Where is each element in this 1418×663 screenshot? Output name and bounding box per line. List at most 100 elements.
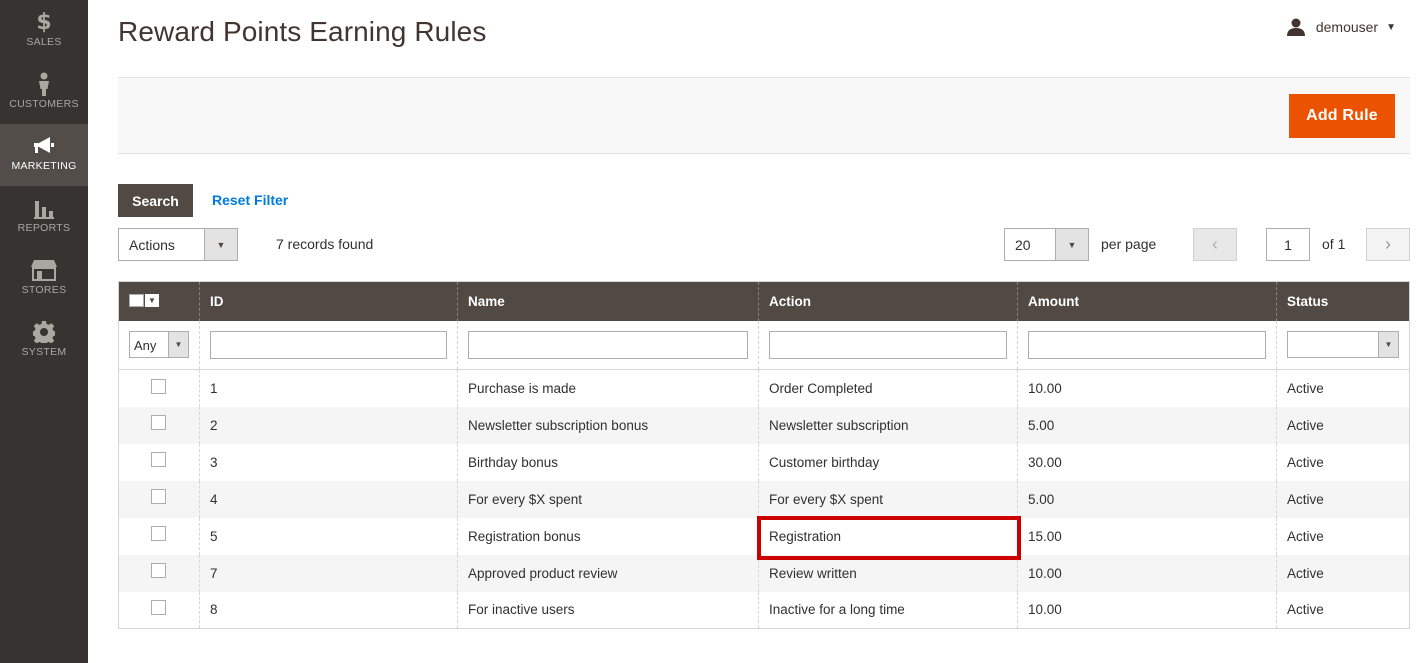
- row-checkbox[interactable]: [151, 563, 166, 579]
- user-menu[interactable]: demouser ▼: [1286, 18, 1396, 36]
- filter-status-select[interactable]: ▼: [1287, 331, 1399, 359]
- sidebar-item-label: SALES: [26, 36, 62, 48]
- gear-icon: [0, 319, 88, 345]
- grid-header-row: ▼ ID Name Action Amount Status: [118, 281, 1410, 321]
- table-row[interactable]: 5 Registration bonus Registration 15.00 Acti…: [118, 517, 1410, 555]
- row-checkbox[interactable]: [151, 600, 166, 616]
- cell-status: Active: [1276, 480, 1410, 518]
- column-header-name[interactable]: Name: [457, 281, 759, 321]
- cell-id: 8: [199, 591, 458, 629]
- cell-id: 4: [199, 480, 458, 518]
- per-page-label: per page: [1101, 236, 1157, 252]
- cell-status: Active: [1276, 591, 1410, 629]
- sidebar-item-customers[interactable]: CUSTOMERS: [0, 62, 88, 124]
- cell-status: Active: [1276, 406, 1410, 444]
- bar-chart-icon: [0, 195, 88, 221]
- cell-name: Newsletter subscription bonus: [457, 406, 759, 444]
- cell-id: 7: [199, 554, 458, 592]
- cell-status: Active: [1276, 443, 1410, 481]
- table-row[interactable]: 7 Approved product review Review written 10…: [118, 554, 1410, 592]
- mass-filter-select[interactable]: Any ▼: [129, 331, 189, 359]
- store-icon: [0, 257, 88, 283]
- cell-action: For every $X spent: [758, 480, 1018, 518]
- sidebar-item-label: STORES: [21, 284, 67, 296]
- cell-amount: 30.00: [1017, 443, 1277, 481]
- sidebar-item-sales[interactable]: $ SALES: [0, 0, 88, 62]
- per-page-select[interactable]: 20 ▼: [1004, 228, 1089, 261]
- cell-amount: 10.00: [1017, 591, 1277, 629]
- sidebar-item-label: REPORTS: [17, 222, 71, 234]
- sidebar-item-label: MARKETING: [11, 160, 77, 172]
- filter-name-input[interactable]: [468, 330, 748, 359]
- admin-sidebar: $ SALES CUSTOMERS MARKETING REPORTS STOR…: [0, 0, 88, 663]
- page-number-input[interactable]: [1266, 228, 1310, 261]
- cell-name: For inactive users: [457, 591, 759, 629]
- cell-action: Review written: [758, 554, 1018, 592]
- cell-name: Approved product review: [457, 554, 759, 592]
- chevron-right-icon: ›: [1385, 234, 1391, 254]
- cell-action: Registration: [758, 517, 1018, 555]
- user-icon: [1286, 18, 1305, 36]
- mass-actions-value: Actions: [129, 237, 175, 253]
- chevron-down-icon: ▼: [204, 229, 237, 260]
- page-actions-bar: Add Rule: [118, 77, 1410, 154]
- cell-id: 2: [199, 406, 458, 444]
- row-checkbox[interactable]: [151, 489, 166, 505]
- table-row[interactable]: 8 For inactive users Inactive for a long t…: [118, 591, 1410, 629]
- table-row[interactable]: 2 Newsletter subscription bonus Newsletter…: [118, 406, 1410, 444]
- filter-amount-input[interactable]: [1028, 330, 1266, 359]
- mass-select-checkbox[interactable]: ▼: [129, 293, 159, 308]
- column-header-amount[interactable]: Amount: [1017, 281, 1277, 321]
- column-header-id[interactable]: ID: [199, 281, 458, 321]
- page-total: of 1: [1322, 236, 1346, 252]
- cell-status: Active: [1276, 369, 1410, 407]
- mass-select-header[interactable]: ▼: [118, 281, 200, 321]
- mass-actions-select[interactable]: Actions ▼: [118, 228, 238, 261]
- cell-id: 3: [199, 443, 458, 481]
- caret-down-icon: ▼: [1386, 21, 1396, 33]
- reset-filter-link[interactable]: Reset Filter: [212, 192, 288, 208]
- table-row[interactable]: 4 For every $X spent For every $X spent 5.0…: [118, 480, 1410, 518]
- megaphone-icon: [0, 133, 88, 159]
- per-page-value: 20: [1015, 237, 1031, 253]
- column-header-action[interactable]: Action: [758, 281, 1018, 321]
- table-row[interactable]: 3 Birthday bonus Customer birthday 30.00 Act…: [118, 443, 1410, 481]
- records-count: 7 records found: [276, 236, 374, 252]
- cell-status: Active: [1276, 517, 1410, 555]
- search-button[interactable]: Search: [118, 184, 193, 217]
- cell-action: Newsletter subscription: [758, 406, 1018, 444]
- sidebar-item-stores[interactable]: STORES: [0, 248, 88, 310]
- chevron-down-icon: ▼: [168, 332, 188, 358]
- row-checkbox[interactable]: [151, 415, 166, 431]
- cell-action: Inactive for a long time: [758, 591, 1018, 629]
- cell-name: Birthday bonus: [457, 443, 759, 481]
- filter-id-input[interactable]: [210, 330, 447, 359]
- chevron-down-icon: ▼: [1378, 332, 1398, 358]
- cell-id: 5: [199, 517, 458, 555]
- add-rule-button[interactable]: Add Rule: [1289, 94, 1395, 138]
- next-page-button[interactable]: ›: [1366, 228, 1410, 261]
- sidebar-item-reports[interactable]: REPORTS: [0, 186, 88, 248]
- chevron-down-icon: ▼: [145, 293, 159, 307]
- sidebar-item-system[interactable]: SYSTEM: [0, 310, 88, 372]
- cell-name: For every $X spent: [457, 480, 759, 518]
- row-checkbox[interactable]: [151, 452, 166, 468]
- row-checkbox[interactable]: [151, 378, 166, 394]
- cell-name: Purchase is made: [457, 369, 759, 407]
- cell-status: Active: [1276, 554, 1410, 592]
- filter-action-input[interactable]: [769, 330, 1007, 359]
- dollar-icon: $: [36, 9, 52, 35]
- row-checkbox[interactable]: [151, 526, 166, 542]
- column-header-status[interactable]: Status: [1276, 281, 1410, 321]
- cell-action: Order Completed: [758, 369, 1018, 407]
- cell-amount: 10.00: [1017, 369, 1277, 407]
- filter-row: Any ▼ ▼: [118, 320, 1410, 370]
- sidebar-item-marketing[interactable]: MARKETING: [0, 124, 88, 186]
- cell-amount: 5.00: [1017, 480, 1277, 518]
- cell-action: Customer birthday: [758, 443, 1018, 481]
- sidebar-item-label: CUSTOMERS: [9, 98, 79, 110]
- previous-page-button[interactable]: ‹: [1193, 228, 1237, 261]
- table-row[interactable]: 1 Purchase is made Order Completed 10.00 Act…: [118, 369, 1410, 407]
- chevron-down-icon: ▼: [1055, 229, 1088, 260]
- cell-amount: 10.00: [1017, 554, 1277, 592]
